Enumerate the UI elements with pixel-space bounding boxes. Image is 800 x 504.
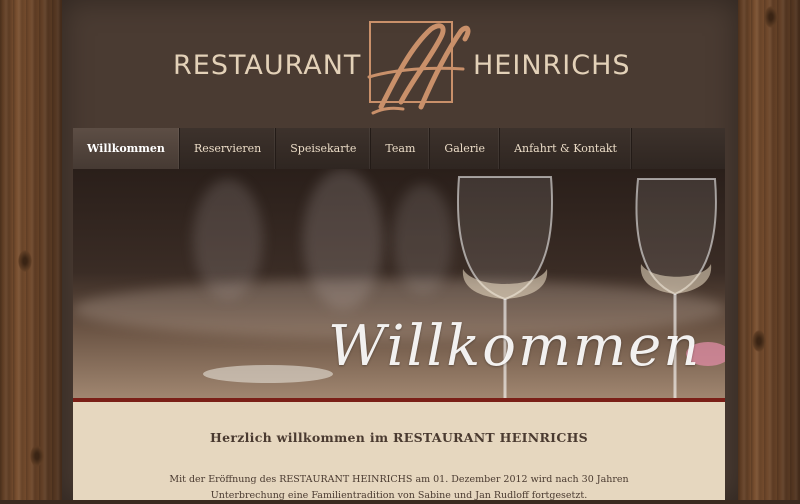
site-header: RESTAURANT HEINRICHS [62, 0, 738, 128]
wood-knot [764, 6, 778, 28]
welcome-text-line2: Unterbrechung eine Familientradition von… [210, 490, 588, 501]
bokeh-shape [393, 184, 453, 294]
logo-monogram[interactable] [367, 21, 471, 115]
welcome-text-line1: Mit der Eröffnung des RESTAURANT HEINRIC… [169, 474, 629, 485]
bokeh-shape [193, 179, 263, 299]
welcome-heading: Herzlich willkommen im RESTAURANT HEINRI… [209, 430, 589, 445]
nav-item-anfahrt-kontakt[interactable]: Anfahrt & Kontakt [500, 128, 632, 169]
monogram-h-icon [367, 23, 471, 115]
welcome-text: Mit der Eröffnung des RESTAURANT HEINRIC… [73, 472, 725, 504]
plate-shape [203, 365, 333, 383]
welcome-section: Herzlich willkommen im RESTAURANT HEINRI… [73, 402, 725, 501]
wood-knot [30, 445, 44, 467]
nav-item-galerie[interactable]: Galerie [430, 128, 501, 169]
page-container: RESTAURANT HEINRICHS Willkommen Reservie… [62, 0, 738, 501]
hero-welcome-script: Willkommen [328, 314, 702, 379]
logo-text-restaurant[interactable]: RESTAURANT [173, 50, 361, 81]
nav-item-team[interactable]: Team [371, 128, 431, 169]
main-navigation: Willkommen Reservieren Speisekarte Team … [73, 128, 725, 170]
wood-panel-left [0, 0, 62, 500]
hero-image: Willkommen [73, 169, 725, 398]
nav-item-reservieren[interactable]: Reservieren [180, 128, 277, 169]
nav-item-willkommen[interactable]: Willkommen [73, 128, 180, 169]
wood-knot [18, 250, 32, 272]
nav-item-speisekarte[interactable]: Speisekarte [276, 128, 372, 169]
wood-panel-right [738, 0, 800, 500]
logo-text-heinrichs[interactable]: HEINRICHS [473, 50, 631, 81]
wood-knot [752, 330, 766, 352]
